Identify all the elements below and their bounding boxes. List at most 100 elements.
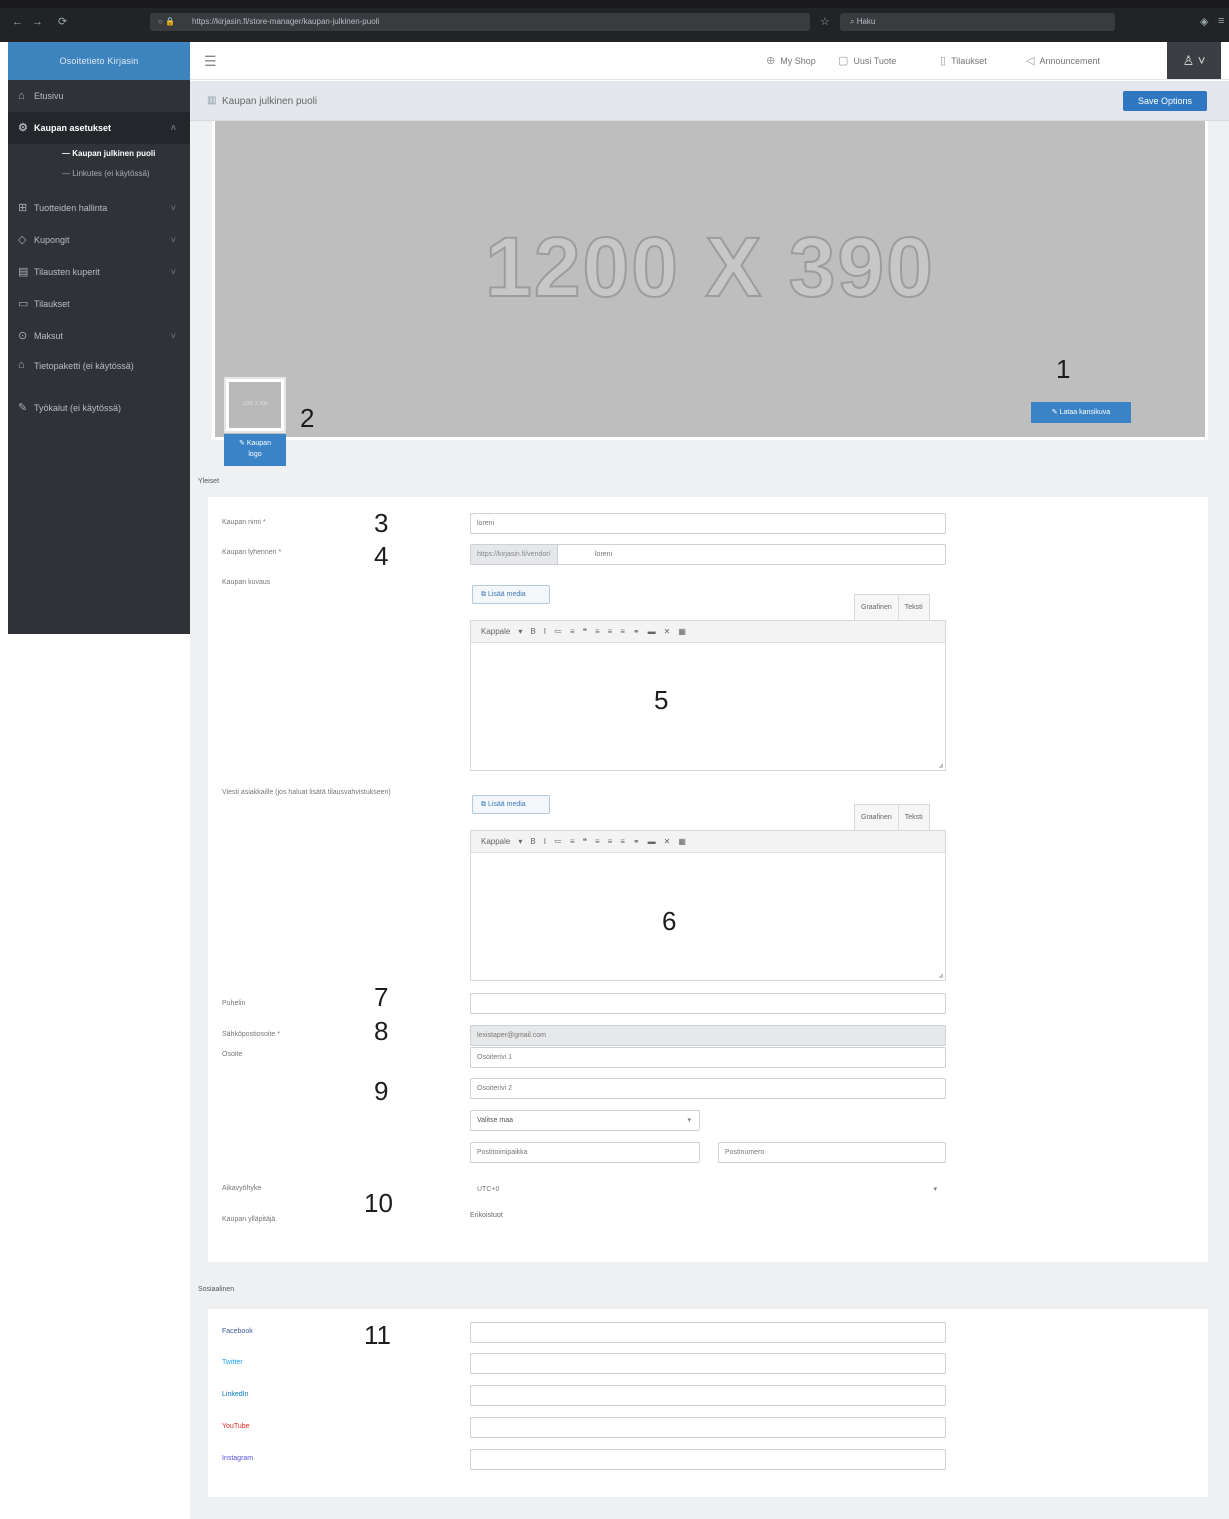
linkedin-input[interactable] (470, 1385, 946, 1406)
sidebar-item-tuotteiden-hallinta[interactable]: ⊞ Tuotteiden hallinta ˅ (8, 192, 190, 224)
postcode-input[interactable]: Postinumero (718, 1142, 946, 1163)
resize-handle[interactable]: ◢ (938, 762, 943, 769)
sidebar-item-kaupan-asetukset[interactable]: ⚙ Kaupan asetukset ˄ (8, 112, 190, 144)
callout-4: 4 (374, 541, 389, 571)
add-media-button[interactable]: ⧉ Lisää media (472, 795, 550, 814)
format-dropdown-icon[interactable]: ▾ (518, 837, 522, 846)
link-icon[interactable]: ⚭ (633, 627, 640, 636)
announcement-link[interactable]: ◁ Announcement (1026, 54, 1100, 67)
phone-input[interactable] (470, 993, 946, 1014)
new-product-link[interactable]: ▢ Uusi Tuote (838, 54, 896, 67)
format-select[interactable]: Kappale (481, 837, 510, 846)
youtube-input[interactable] (470, 1417, 946, 1438)
timezone-select[interactable]: UTC+0 ▾ (470, 1179, 946, 1200)
sidebar-item-maksut[interactable]: ⊙ Maksut ˅ (8, 320, 190, 352)
sidebar-item-tilaukset[interactable]: ▭ Tilaukset (8, 288, 190, 320)
sidebar-subitem-linkutes[interactable]: — Linkutes (ei käytössä) (8, 164, 190, 184)
align-left-icon[interactable]: ≡ (595, 627, 600, 636)
store-name-input[interactable]: loreni (470, 513, 946, 534)
tab-visual[interactable]: Graafinen (855, 595, 898, 620)
sidebar-item-label: Tietopaketti (ei käytössä) (34, 361, 134, 371)
twitter-input[interactable] (470, 1353, 946, 1374)
orders-link[interactable]: ▯ Tilaukset (940, 54, 987, 67)
url-bar[interactable]: ○ 🔒 https://kirjasin.fi/store-manager/kau… (150, 13, 810, 31)
italic-icon[interactable]: I (544, 627, 546, 636)
sidebar-item-tietopaketti[interactable]: ⌂ Tietopaketti (ei käytössä) (8, 352, 190, 392)
upload-cover-button[interactable]: ✎ Lataa kansikuva (1031, 402, 1131, 423)
store-url-prefix: https://kirjasin.fi/vendor/ (471, 545, 558, 564)
align-left-icon[interactable]: ≡ (595, 837, 600, 846)
callout-1: 1 (1056, 354, 1071, 384)
list-icon[interactable]: ≔ (554, 837, 562, 846)
italic-icon[interactable]: I (544, 837, 546, 846)
align-right-icon[interactable]: ≡ (620, 837, 625, 846)
reload-icon[interactable]: ⟳ (58, 16, 67, 28)
upload-logo-button[interactable]: ✎ Kaupan logo (224, 434, 286, 466)
store-owner-value: Erikoistuot (470, 1212, 503, 1219)
bookmark-star-icon[interactable]: ☆ (820, 15, 830, 28)
toolbar-toggle-icon[interactable]: ▦ (678, 837, 686, 846)
callout-6: 6 (662, 906, 677, 936)
callout-3: 3 (374, 508, 389, 538)
tab-visual[interactable]: Graafinen (855, 805, 898, 830)
bold-icon[interactable]: B (530, 627, 535, 636)
format-select[interactable]: Kappale (481, 627, 510, 636)
numbered-list-icon[interactable]: ≡ (570, 627, 575, 636)
brand-logo[interactable]: Osoitetieto Kirjasin (8, 42, 190, 80)
format-dropdown-icon[interactable]: ▾ (518, 627, 522, 636)
resize-handle[interactable]: ◢ (938, 972, 943, 979)
menu-icon[interactable]: ≡ (1218, 15, 1224, 27)
description-editor[interactable]: Kappale ▾ B I ≔ ≡ ❝ ≡ ≡ ≡ ⚭ ▬ ✕ ▦ ◢ (470, 620, 946, 771)
section-title-general: Yleiset (198, 478, 220, 485)
sidebar-item-etusivu[interactable]: ⌂ Etusivu (8, 80, 190, 112)
quote-icon[interactable]: ❝ (583, 837, 587, 846)
store-url-label: Kaupan lyhennen * (222, 549, 282, 556)
align-center-icon[interactable]: ≡ (608, 627, 613, 636)
forward-icon[interactable]: → (32, 16, 43, 28)
sidebar-item-tyokalut[interactable]: ✎ Työkalut (ei käytössä) (8, 392, 190, 424)
tab-text[interactable]: Teksti (897, 595, 929, 620)
country-select[interactable]: Valitse maa ▾ (470, 1110, 700, 1131)
facebook-input[interactable] (470, 1322, 946, 1343)
sidebar-item-kupongit[interactable]: ◇ Kupongit ˅ (8, 224, 190, 256)
callout-10: 10 (364, 1188, 393, 1218)
align-center-icon[interactable]: ≡ (608, 837, 613, 846)
new-product-label: Uusi Tuote (853, 56, 897, 66)
quote-icon[interactable]: ❝ (583, 627, 587, 636)
customer-message-editor[interactable]: Kappale ▾ B I ≔ ≡ ❝ ≡ ≡ ≡ ⚭ ▬ ✕ ▦ ◢ (470, 830, 946, 981)
main-content: 1200 X 390 ✎ Lataa kansikuva 1200 X 390 … (190, 121, 1229, 1519)
my-shop-link[interactable]: ⊕ My Shop (766, 54, 816, 67)
numbered-list-icon[interactable]: ≡ (570, 837, 575, 846)
store-name-value: loreni (477, 520, 495, 527)
sidebar-subitem-julkinen-puoli[interactable]: — Kaupan julkinen puoli (8, 144, 190, 164)
postcode-placeholder: Postinumero (725, 1149, 765, 1156)
link-icon[interactable]: ⚭ (633, 837, 640, 846)
shield-icon[interactable]: ◈ (1200, 15, 1208, 28)
tag-icon: ◇ (18, 234, 27, 246)
store-url-input[interactable]: https://kirjasin.fi/vendor/loreni (470, 544, 946, 565)
bold-icon[interactable]: B (530, 837, 535, 846)
city-input[interactable]: Postitoimipaikka (470, 1142, 700, 1163)
media-icon: ⧉ (481, 801, 488, 808)
address-line1-input[interactable]: Osoiterivi 1 (470, 1047, 946, 1068)
sidebar-item-tilausten-kuperit[interactable]: ▤ Tilausten kuperit ˅ (8, 256, 190, 288)
back-icon[interactable]: ← (12, 16, 23, 28)
fullscreen-icon[interactable]: ✕ (664, 627, 671, 636)
instagram-input[interactable] (470, 1449, 946, 1470)
add-media-button[interactable]: ⧉ Lisää media (472, 585, 550, 604)
align-right-icon[interactable]: ≡ (620, 627, 625, 636)
fullscreen-icon[interactable]: ✕ (664, 837, 671, 846)
address-line2-input[interactable]: Osoiterivi 2 (470, 1078, 946, 1099)
save-options-button[interactable]: Save Options (1122, 91, 1207, 111)
address-label: Osoite (222, 1051, 243, 1058)
store-url-value: loreni (595, 551, 613, 558)
page-header: ▥ Kaupan julkinen puoli Save Options (190, 81, 1229, 121)
hamburger-menu-icon[interactable]: ☰ (204, 53, 217, 70)
browser-search-input[interactable]: ⌕ Haku (840, 13, 1115, 31)
more-icon[interactable]: ▬ (648, 837, 656, 846)
more-icon[interactable]: ▬ (648, 627, 656, 636)
list-icon[interactable]: ≔ (554, 627, 562, 636)
tab-text[interactable]: Teksti (897, 805, 929, 830)
user-menu-button[interactable]: ♙ ˅ (1167, 42, 1221, 79)
toolbar-toggle-icon[interactable]: ▦ (678, 627, 686, 636)
